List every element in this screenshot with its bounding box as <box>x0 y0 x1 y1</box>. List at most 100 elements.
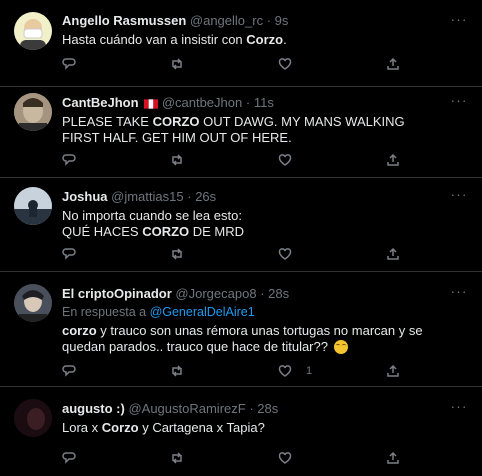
separator-dot: · <box>187 189 192 204</box>
avatar[interactable] <box>14 284 52 322</box>
more-icon[interactable]: ··· <box>450 93 468 109</box>
heart-icon <box>278 58 292 70</box>
tweet-text-segment: QUÉ HACES <box>62 224 143 239</box>
tweet-text: No importa cuando se lea esto: QUÉ HACES… <box>62 208 442 240</box>
retweet-button[interactable] <box>170 245 184 263</box>
separator-dot: · <box>260 286 265 301</box>
tweet-header: El criptoOpinador @Jorgecapo8 · 28s <box>62 286 442 302</box>
share-button[interactable] <box>386 362 400 380</box>
reply-icon <box>62 365 76 377</box>
tweet-actions <box>62 245 402 263</box>
like-button[interactable] <box>278 245 292 263</box>
reply-icon <box>62 248 76 260</box>
highlighted-keyword: Corzo <box>101 420 139 435</box>
share-icon <box>387 57 399 70</box>
user-handle[interactable]: @Jorgecapo8 <box>175 286 256 301</box>
tweet[interactable]: El criptoOpinador @Jorgecapo8 · 28s En r… <box>0 272 482 387</box>
tweet-header: Angello Rasmussen @angello_rc · 9s <box>62 13 442 29</box>
tweet-header: Joshua @jmattias15 · 26s <box>62 189 442 205</box>
tweet-text: Hasta cuándo van a insistir con Corzo. <box>62 32 442 48</box>
more-icon[interactable]: ··· <box>450 399 468 415</box>
highlighted-keyword: CORZO <box>152 114 200 129</box>
tweet[interactable]: Joshua @jmattias15 · 26s No importa cuan… <box>0 178 482 272</box>
reply-button[interactable] <box>62 245 76 263</box>
tweet[interactable]: augusto :) @AugustoRamirezF · 28s Lora x… <box>0 387 482 476</box>
user-name[interactable]: Angello Rasmussen <box>62 13 186 28</box>
more-icon[interactable]: ··· <box>450 284 468 300</box>
reply-button[interactable] <box>62 55 76 73</box>
reply-icon <box>62 58 76 70</box>
heart-icon <box>278 452 292 464</box>
tweet[interactable]: CantBeJhon @cantbeJhon · 11s PLEASE TAKE… <box>0 87 482 178</box>
highlighted-keyword: corzo <box>62 323 97 338</box>
reply-button[interactable] <box>62 449 76 467</box>
separator-dot: · <box>245 95 251 110</box>
heart-icon <box>278 154 292 166</box>
peru-flag-icon <box>144 99 159 109</box>
highlighted-keyword: CORZO <box>142 224 190 239</box>
timestamp[interactable]: 11s <box>254 95 274 110</box>
reply-button[interactable] <box>62 151 76 169</box>
tweet-text: corzo y trauco son unas rémora unas tort… <box>62 323 442 355</box>
retweet-icon <box>172 58 182 70</box>
tweet-text-segment: Hasta cuándo van a insistir con <box>62 32 247 47</box>
avatar[interactable] <box>14 399 52 437</box>
heart-icon <box>278 365 292 377</box>
timestamp[interactable]: 26s <box>195 189 216 204</box>
user-name[interactable]: El criptoOpinador <box>62 286 172 301</box>
tweet-actions <box>62 55 402 73</box>
retweet-icon <box>172 365 182 377</box>
tweet-text-segment: Lora x <box>62 420 102 435</box>
avatar[interactable] <box>14 93 52 131</box>
avatar[interactable] <box>14 187 52 225</box>
reply-icon <box>62 452 76 464</box>
user-handle[interactable]: @angello_rc <box>190 13 263 28</box>
tweet-text-segment: DE MRD <box>189 224 245 239</box>
like-button[interactable]: 1 <box>278 362 312 380</box>
tweet-actions <box>62 151 402 169</box>
flushed-emoji-icon <box>333 340 348 354</box>
timestamp[interactable]: 28s <box>257 401 278 416</box>
share-icon <box>387 247 399 260</box>
like-button[interactable] <box>278 449 292 467</box>
retweet-button[interactable] <box>170 449 184 467</box>
timestamp[interactable]: 9s <box>275 13 289 28</box>
separator-dot: · <box>266 13 272 28</box>
tweet-header: CantBeJhon @cantbeJhon · 11s <box>62 95 442 111</box>
share-button[interactable] <box>386 55 400 73</box>
tweet-text-segment: PLEASE TAKE <box>62 114 153 129</box>
share-button[interactable] <box>386 245 400 263</box>
share-icon <box>387 364 399 377</box>
share-button[interactable] <box>386 449 400 467</box>
tweet-header: augusto :) @AugustoRamirezF · 28s <box>62 401 442 417</box>
reply-button[interactable] <box>62 362 76 380</box>
tweet-text-segment: y trauco son unas rémora unas tortugas n… <box>62 323 423 354</box>
user-handle[interactable]: @cantbeJhon <box>162 95 242 110</box>
user-handle[interactable]: @jmattias15 <box>111 189 183 204</box>
like-button[interactable] <box>278 55 292 73</box>
share-button[interactable] <box>386 151 400 169</box>
timestamp[interactable]: 28s <box>268 286 289 301</box>
avatar[interactable] <box>14 12 52 50</box>
retweet-button[interactable] <box>170 55 184 73</box>
like-button[interactable] <box>278 151 292 169</box>
tweet-actions: 1 <box>62 362 402 380</box>
user-name[interactable]: CantBeJhon <box>62 95 139 110</box>
more-icon[interactable]: ··· <box>450 12 468 28</box>
share-icon <box>387 451 399 464</box>
user-name[interactable]: Joshua <box>62 189 108 204</box>
like-count: 1 <box>306 365 313 377</box>
tweet-text: PLEASE TAKE CORZO OUT DAWG. MY MANS WALK… <box>62 114 442 146</box>
retweet-button[interactable] <box>170 362 184 380</box>
user-handle[interactable]: @AugustoRamirezF <box>128 401 245 416</box>
more-icon[interactable]: ··· <box>450 187 468 203</box>
retweet-icon <box>172 248 182 260</box>
retweet-button[interactable] <box>170 151 184 169</box>
tweet-actions <box>62 449 402 467</box>
retweet-icon <box>172 452 182 464</box>
heart-icon <box>278 248 292 260</box>
reply-handle-link[interactable]: @GeneralDelAire1 <box>150 305 255 319</box>
user-name[interactable]: augusto :) <box>62 401 125 416</box>
tweet[interactable]: Angello Rasmussen @angello_rc · 9s Hasta… <box>0 0 482 87</box>
tweet-text-line: No importa cuando se lea esto: <box>62 208 242 223</box>
